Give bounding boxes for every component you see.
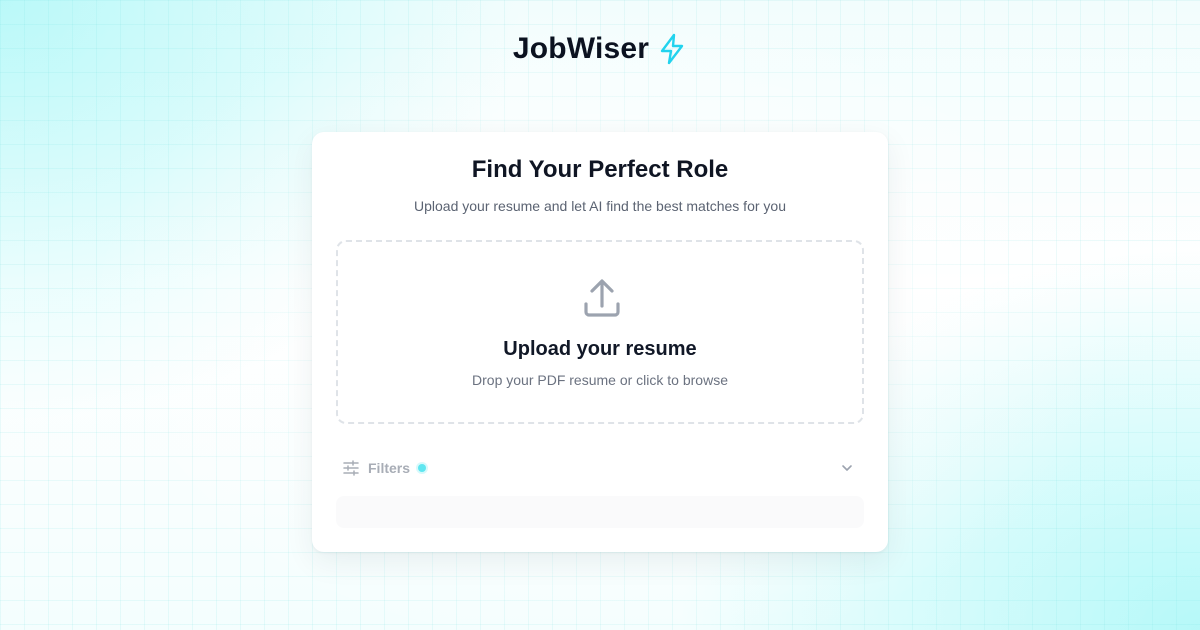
brand-header: JobWiser <box>0 32 1200 66</box>
sliders-icon <box>342 459 360 477</box>
brand-name: JobWiser <box>512 32 650 65</box>
card-subtitle: Upload your resume and let AI find the b… <box>414 198 786 214</box>
lightning-bolt-icon <box>657 33 687 65</box>
upload-icon <box>580 276 624 320</box>
filters-label: Filters <box>368 460 411 476</box>
upload-card: Find Your Perfect Role Upload your resum… <box>312 132 888 552</box>
dropzone-subtitle: Drop your PDF resume or click to browse <box>472 372 728 388</box>
find-matches-bar[interactable] <box>336 496 864 528</box>
dropzone-title: Upload your resume <box>503 338 697 360</box>
filters-active-indicator <box>418 464 427 472</box>
chevron-down-icon[interactable] <box>840 461 854 475</box>
resume-dropzone[interactable]: Upload your resume Drop your PDF resume … <box>336 240 864 424</box>
card-title: Find Your Perfect Role <box>471 156 729 183</box>
filters-toggle[interactable]: Filters <box>342 456 858 480</box>
